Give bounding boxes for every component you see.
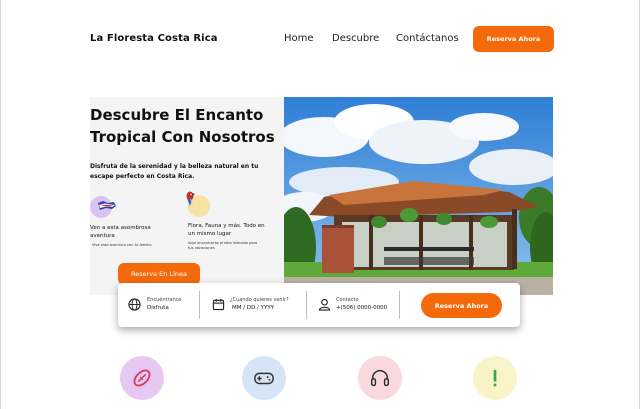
hero-photo: [284, 97, 553, 295]
reserve-now-booking-button[interactable]: Reserva Ahora: [421, 293, 502, 318]
calendar-icon: [212, 298, 225, 311]
service-football[interactable]: [120, 356, 164, 400]
reserve-now-header-button[interactable]: Reserva Ahora: [473, 26, 554, 52]
location-value[interactable]: Disfruta: [147, 305, 169, 311]
nav-descubre[interactable]: Descubre: [332, 33, 379, 44]
contact-label: Contacto: [336, 297, 359, 303]
reserve-online-button[interactable]: Reserva En Línea: [118, 263, 200, 285]
hero-title: Descubre El Encanto Tropical Con Nosotro…: [90, 106, 275, 146]
location-label: Encuéntranos: [147, 297, 182, 303]
feature-adventure-text: Vive esta aventura con tu familia: [92, 243, 152, 247]
costa-rica-flag-icon: [98, 201, 116, 210]
hero-subtitle: Disfruta de la serenidad y la belleza na…: [90, 163, 259, 180]
feature-adventure-title: Ven a esta asombrosa aventura: [90, 225, 151, 239]
date-input[interactable]: MM / DD / YYYY: [232, 305, 274, 311]
headphones-icon: [371, 370, 389, 387]
feature-nature-text: Aquí encontrarás el sitio indicado para …: [188, 241, 258, 250]
nav-home[interactable]: Home: [284, 33, 314, 44]
exclamation-icon: [493, 369, 497, 387]
parrot-icon: [186, 191, 195, 207]
feature-nature-title: Flora, Fauna y más. Todo en un mismo lug…: [188, 223, 265, 237]
service-music[interactable]: [358, 356, 402, 400]
nav-contactanos[interactable]: Contáctanos: [396, 33, 459, 44]
football-icon: [133, 369, 151, 387]
globe-icon: [128, 298, 141, 311]
service-games[interactable]: [242, 356, 286, 400]
service-info[interactable]: [473, 356, 517, 400]
gamepad-icon: [254, 372, 274, 385]
date-label: ¿Cuando quieres venir?: [230, 297, 289, 303]
contact-value[interactable]: +(506) 0000-0000: [336, 305, 387, 311]
user-icon: [318, 298, 331, 311]
divider: [306, 291, 307, 319]
divider: [199, 291, 200, 319]
divider: [399, 291, 400, 319]
brand-logo[interactable]: La Floresta Costa Rica: [90, 33, 218, 44]
booking-bar: Encuéntranos Disfruta ¿Cuando quieres ve…: [118, 283, 520, 327]
